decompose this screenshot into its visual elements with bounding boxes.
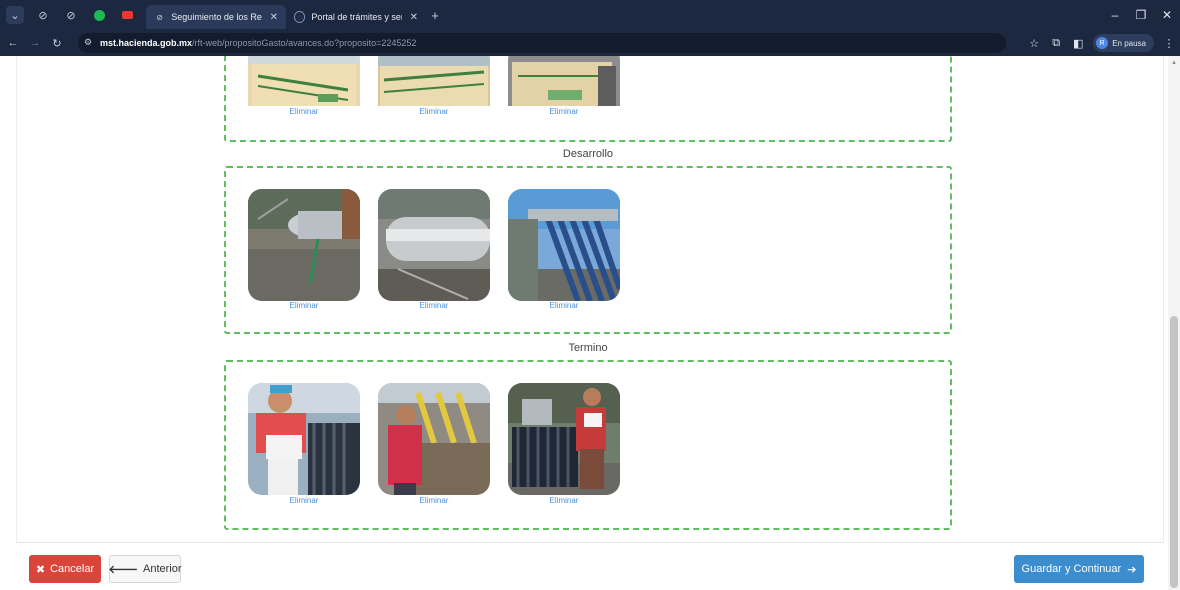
tab-seguimiento[interactable]: ⊘ Seguimiento de los Recursos F ✕ — [146, 5, 286, 29]
photo-thumbnail[interactable] — [508, 383, 620, 495]
side-panel-icon[interactable]: ◧ — [1067, 37, 1089, 50]
pinned-tab-icon[interactable]: ⊘ — [34, 6, 52, 24]
delete-photo-link[interactable]: Eliminar — [248, 107, 360, 116]
beneficiary-photo — [378, 383, 490, 495]
avatar: R — [1096, 37, 1109, 49]
bookmark-star-icon[interactable]: ☆ — [1023, 37, 1045, 50]
photo-thumbnail[interactable] — [378, 383, 490, 495]
forward-icon[interactable]: → — [26, 37, 44, 49]
close-tab-icon[interactable]: ✕ — [410, 12, 418, 23]
url-path: /rft-web/propositoGasto/avances.do?propo… — [192, 38, 417, 48]
photo-thumbnail[interactable] — [248, 189, 360, 301]
box-photo — [378, 56, 490, 106]
new-tab-button[interactable]: + — [426, 6, 444, 24]
tab-title: Seguimiento de los Recursos F — [171, 12, 262, 22]
scroll-thumb[interactable] — [1170, 316, 1178, 588]
photo-thumbnail[interactable] — [248, 383, 360, 495]
restore-icon[interactable]: ❐ — [1128, 8, 1154, 22]
globe-icon: ⊘ — [156, 12, 163, 22]
box-photo — [508, 56, 620, 106]
delete-photo-link[interactable]: Eliminar — [248, 301, 360, 310]
tab-strip: ⌄ ⊘ ⊘ ⊘ Seguimiento de los Recursos F ✕ … — [0, 0, 1180, 30]
spotify-icon[interactable] — [90, 6, 108, 24]
close-window-icon[interactable]: ✕ — [1154, 8, 1180, 22]
box-photo — [248, 56, 360, 106]
solar-tank-photo — [378, 189, 490, 301]
form-actions: ✖ Cancelar 🡐 Anterior Guardar y Continua… — [16, 542, 1164, 590]
tab-title: Portal de trámites y servicios - ( — [311, 12, 401, 22]
window-controls: – ❐ ✕ — [1102, 0, 1180, 30]
url-field[interactable]: ⚙ mst.hacienda.gob.mx/rft-web/propositoG… — [78, 33, 1006, 53]
delete-photo-link[interactable]: Eliminar — [378, 301, 490, 310]
page-content: Eliminar Eliminar Eliminar Desarrollo El… — [0, 56, 1180, 590]
cancel-button[interactable]: ✖ Cancelar — [29, 555, 101, 583]
profile-button[interactable]: R En pausa — [1093, 34, 1154, 52]
close-tab-icon[interactable]: ✕ — [270, 12, 278, 23]
page-scrollbar[interactable]: ▴ — [1168, 56, 1180, 590]
delete-photo-link[interactable]: Eliminar — [508, 301, 620, 310]
photo-thumbnail[interactable] — [378, 189, 490, 301]
section-title-termino: Termino — [568, 342, 608, 354]
save-label: Guardar y Continuar — [1021, 563, 1122, 575]
x-icon: ✖ — [35, 563, 46, 576]
scroll-up-icon[interactable]: ▴ — [1170, 58, 1178, 66]
arrow-right-icon: ➔ — [1127, 563, 1137, 576]
pinned-tab-icon[interactable]: ⊘ — [62, 6, 80, 24]
url-host: mst.hacienda.gob.mx — [100, 38, 193, 48]
reload-icon[interactable]: ↻ — [48, 37, 66, 50]
youtube-icon[interactable] — [118, 6, 136, 24]
previous-button[interactable]: 🡐 Anterior — [108, 555, 182, 583]
photo-thumbnail[interactable] — [508, 189, 620, 301]
minimize-icon[interactable]: – — [1102, 8, 1128, 22]
solar-tubes-photo — [508, 189, 620, 301]
back-icon[interactable]: ← — [4, 37, 22, 49]
delete-photo-link[interactable]: Eliminar — [378, 107, 490, 116]
solar-tank-photo — [248, 189, 360, 301]
portal-favicon-icon: ◌ — [294, 11, 306, 23]
delete-photo-link[interactable]: Eliminar — [508, 107, 620, 116]
extensions-icon[interactable]: ⧉ — [1045, 37, 1067, 50]
tab-portal[interactable]: ◌ Portal de trámites y servicios - ( ✕ — [286, 5, 426, 29]
profile-status: En pausa — [1112, 38, 1146, 48]
tab-search-icon[interactable]: ⌄ — [6, 6, 24, 24]
menu-icon[interactable]: ⋮ — [1158, 37, 1180, 50]
delete-photo-link[interactable]: Eliminar — [248, 496, 360, 505]
browser-chrome: ⌄ ⊘ ⊘ ⊘ Seguimiento de los Recursos F ✕ … — [0, 0, 1180, 56]
delete-photo-link[interactable]: Eliminar — [508, 496, 620, 505]
delete-photo-link[interactable]: Eliminar — [378, 496, 490, 505]
address-bar-row: ← → ↻ ⚙ mst.hacienda.gob.mx/rft-web/prop… — [0, 30, 1180, 56]
toolbar-right: ☆ ⧉ ◧ R En pausa ⋮ — [1023, 30, 1180, 56]
arrow-left-icon: 🡐 — [108, 564, 138, 576]
cancel-label: Cancelar — [50, 563, 95, 575]
beneficiary-photo — [248, 383, 360, 495]
previous-label: Anterior — [142, 563, 182, 575]
section-title-desarrollo: Desarrollo — [562, 148, 614, 160]
beneficiary-photo — [508, 383, 620, 495]
save-continue-button[interactable]: Guardar y Continuar ➔ — [1014, 555, 1144, 583]
site-info-icon[interactable]: ⚙ — [84, 37, 96, 49]
